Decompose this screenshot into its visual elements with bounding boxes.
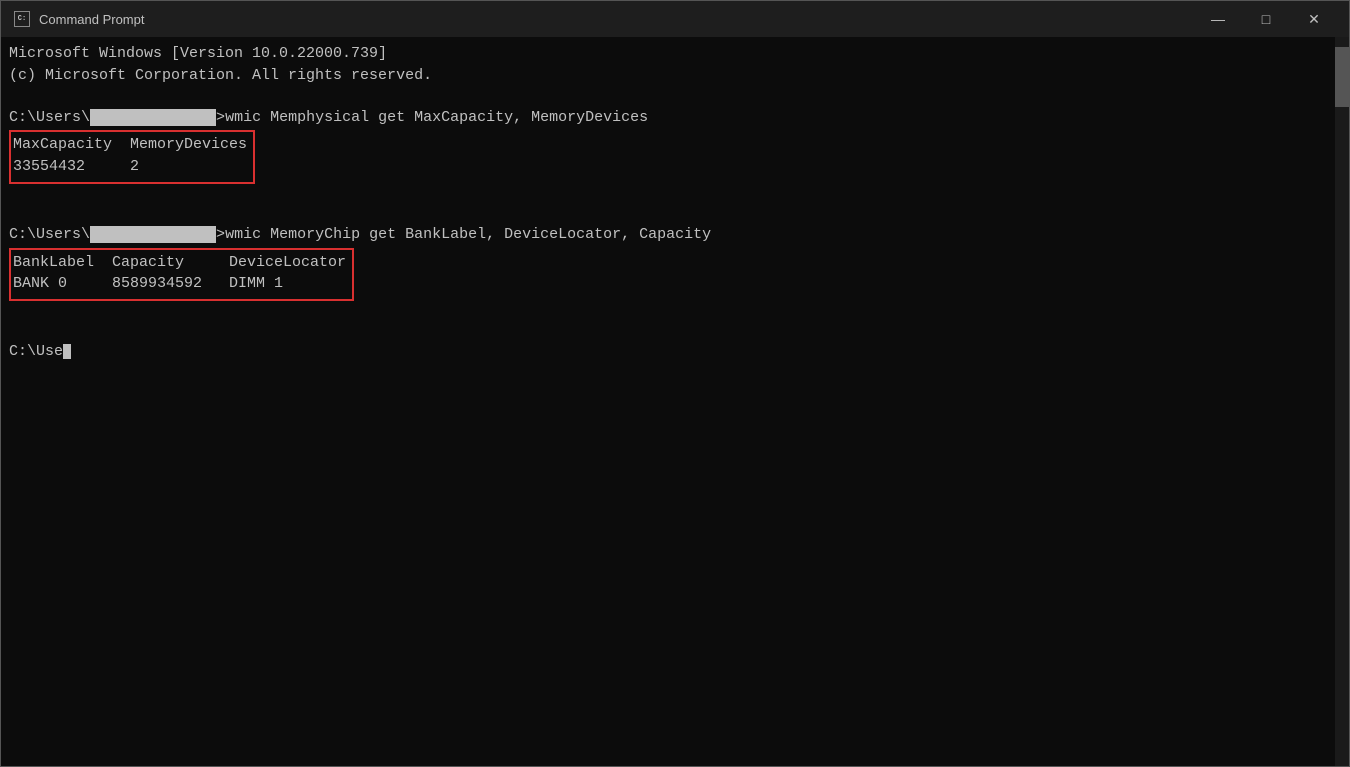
table2-box: BankLabel Capacity DeviceLocator BANK 0 … <box>9 248 354 302</box>
cursor <box>63 344 71 359</box>
title-bar-left: Command Prompt <box>13 10 144 28</box>
table2-row: BANK 0 8589934592 DIMM 1 <box>13 273 346 295</box>
blank-1 <box>9 87 1341 107</box>
cmd1-line: C:\Users\ >wmic Memphysical get MaxCapac… <box>9 107 1341 129</box>
cmd2-prompt: C:\Users\ > <box>9 226 225 243</box>
cmd-window: Command Prompt — □ ✕ Microsoft Windows [… <box>0 0 1350 767</box>
cmd3-prompt: C:\Use <box>9 343 63 360</box>
table2-header: BankLabel Capacity DeviceLocator <box>13 252 346 274</box>
cmd1-command: wmic Memphysical get MaxCapacity, Memory… <box>225 109 648 126</box>
version-line: Microsoft Windows [Version 10.0.22000.73… <box>9 43 1341 65</box>
cmd3-line: C:\Use <box>9 341 1341 363</box>
blank-5 <box>9 321 1341 341</box>
blank-3 <box>9 204 1341 224</box>
scrollbar-thumb[interactable] <box>1335 47 1349 107</box>
close-button[interactable]: ✕ <box>1291 1 1337 37</box>
cmd2-line: C:\Users\ >wmic MemoryChip get BankLabel… <box>9 224 1341 246</box>
title-bar-controls: — □ ✕ <box>1195 1 1337 37</box>
cmd-icon <box>14 11 30 27</box>
table1-header: MaxCapacity MemoryDevices <box>13 134 247 156</box>
copyright-line: (c) Microsoft Corporation. All rights re… <box>9 65 1341 87</box>
table1-row: 33554432 2 <box>13 156 247 178</box>
blank-4 <box>9 301 1341 321</box>
minimize-button[interactable]: — <box>1195 1 1241 37</box>
window-icon <box>13 10 31 28</box>
blank-2 <box>9 184 1341 204</box>
cmd1-prompt: C:\Users\ > <box>9 109 225 126</box>
window-title: Command Prompt <box>39 12 144 27</box>
title-bar: Command Prompt — □ ✕ <box>1 1 1349 37</box>
table1-box: MaxCapacity MemoryDevices 33554432 2 <box>9 130 255 184</box>
cmd2-command: wmic MemoryChip get BankLabel, DeviceLoc… <box>225 226 711 243</box>
terminal-content[interactable]: Microsoft Windows [Version 10.0.22000.73… <box>1 37 1349 766</box>
scrollbar[interactable] <box>1335 37 1349 766</box>
maximize-button[interactable]: □ <box>1243 1 1289 37</box>
